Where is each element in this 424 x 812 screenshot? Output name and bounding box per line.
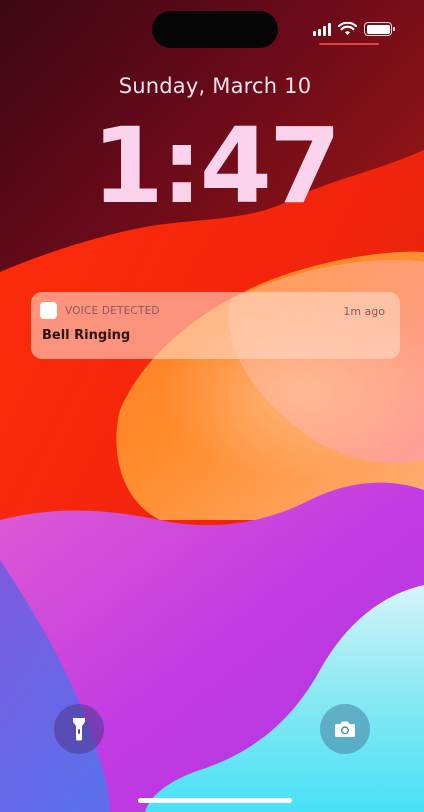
- dynamic-island: [152, 11, 278, 48]
- home-indicator[interactable]: [138, 798, 292, 803]
- lock-screen-time: 1:47: [91, 105, 342, 227]
- notification-title: Bell Ringing: [42, 328, 131, 343]
- app-icon: [40, 302, 57, 319]
- status-indicator-line: [319, 43, 379, 45]
- battery-fill: [366, 24, 390, 34]
- status-icons: [313, 19, 395, 39]
- battery-icon: [364, 22, 395, 36]
- cellular-signal-icon: [313, 22, 331, 36]
- notification-app-name: VOICE DETECTED: [65, 305, 160, 317]
- flashlight-button[interactable]: [54, 704, 104, 754]
- notification-card[interactable]: VOICE DETECTED 1m ago Bell Ringing: [31, 292, 400, 359]
- lock-screen-date: Sunday, March 10: [118, 74, 312, 98]
- notification-time: 1m ago: [343, 305, 385, 318]
- flashlight-icon: [73, 718, 85, 741]
- camera-button[interactable]: [320, 704, 370, 754]
- wifi-icon: [338, 22, 357, 36]
- camera-icon: [335, 721, 355, 737]
- lock-screen: Sunday, March 10 1:47 VOICE DETECTED 1m …: [0, 0, 424, 812]
